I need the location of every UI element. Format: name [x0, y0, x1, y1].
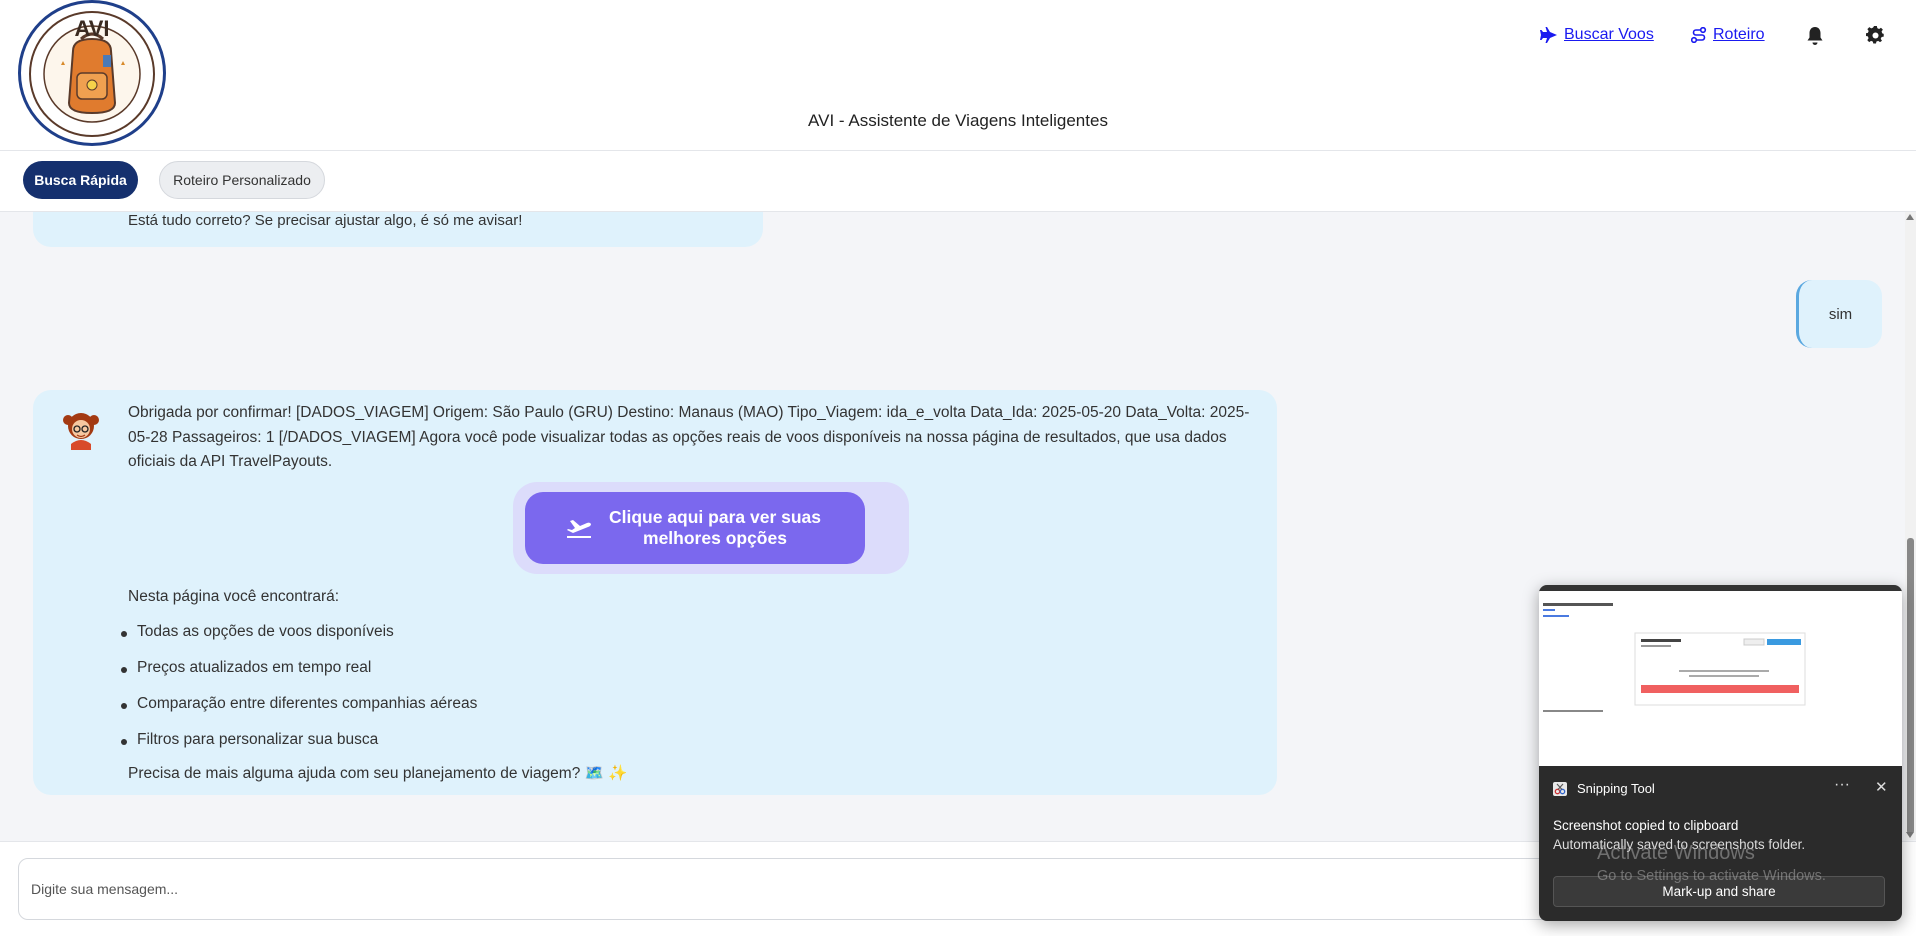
bot-message-text: Obrigada por confirmar! [DADOS_VIAGEM] O…: [128, 404, 1250, 470]
page-title: AVI - Assistente de Viagens Inteligentes: [808, 111, 1108, 130]
view-options-button-label: Clique aqui para ver suas melhores opçõe…: [608, 507, 822, 548]
scroll-up-arrow-icon[interactable]: [1906, 214, 1914, 220]
more-options-icon[interactable]: ···: [1834, 776, 1850, 794]
user-message: sim: [1796, 280, 1882, 348]
nav-buscar-voos[interactable]: Buscar Voos: [1540, 26, 1654, 44]
list-item: Todas as opções de voos disponíveis: [121, 623, 394, 640]
list-item: Filtros para personalizar sua busca: [120, 731, 379, 748]
list-item: Comparação entre diferentes companhias a…: [120, 695, 478, 712]
tabs-bar: Busca Rápida Roteiro Personalizado: [0, 151, 1916, 212]
features-intro: Nesta página você encontrará:: [128, 588, 340, 605]
close-icon[interactable]: ✕: [1875, 778, 1888, 796]
bot-message: Obrigada por confirmar! [DADOS_VIAGEM] O…: [33, 390, 1277, 795]
gear-icon[interactable]: [1865, 25, 1886, 46]
top-navbar: Buscar Voos Roteiro: [0, 0, 1916, 81]
snipping-tool-app-icon: [1553, 781, 1567, 796]
logo-text: AVI: [74, 16, 110, 41]
nav-roteiro[interactable]: Roteiro: [1691, 26, 1765, 44]
airplane-departure-icon: [567, 520, 591, 538]
nav-buscar-voos-label: Buscar Voos: [1564, 26, 1654, 43]
airplane-icon: [1540, 27, 1557, 43]
assistant-avatar: [60, 410, 102, 452]
bell-icon[interactable]: [1806, 26, 1826, 46]
snipping-tool-message: Screenshot copied to clipboard: [1553, 818, 1739, 833]
tab-roteiro-personalizado[interactable]: Roteiro Personalizado: [159, 161, 325, 199]
chat-scrollbar[interactable]: [1905, 212, 1916, 840]
route-icon: [1691, 27, 1707, 43]
tab-busca-rapida[interactable]: Busca Rápida: [23, 161, 138, 199]
title-bar: AVI - Assistente de Viagens Inteligentes: [0, 81, 1916, 151]
activation-watermark-subtitle: Go to Settings to activate Windows.: [1597, 868, 1826, 884]
view-options-button[interactable]: Clique aqui para ver suas melhores opçõe…: [525, 492, 865, 564]
user-message-text: sim: [1828, 305, 1853, 323]
snipping-tool-header: Snipping Tool: [1553, 781, 1655, 796]
screenshot-thumbnail[interactable]: [1539, 585, 1902, 766]
snipping-tool-title: Snipping Tool: [1577, 781, 1655, 796]
scroll-down-arrow-icon[interactable]: [1906, 832, 1914, 838]
bot-message-previous-text: Está tudo correto? Se precisar ajustar a…: [128, 212, 523, 229]
bot-message-outro: Precisa de mais alguma ajuda com seu pla…: [128, 765, 628, 782]
message-input[interactable]: [18, 858, 1638, 920]
assistant-girl-icon: [63, 413, 99, 450]
activation-watermark-title: Activate Windows: [1597, 842, 1755, 864]
cta-glow: Clique aqui para ver suas melhores opçõe…: [513, 482, 909, 574]
list-item: Preços atualizados em tempo real: [120, 659, 372, 676]
nav-roteiro-label: Roteiro: [1713, 26, 1765, 43]
avi-logo[interactable]: AVI: [18, 0, 166, 146]
screenshot-preview-image: [1539, 585, 1902, 712]
scrollbar-thumb[interactable]: [1907, 538, 1914, 834]
